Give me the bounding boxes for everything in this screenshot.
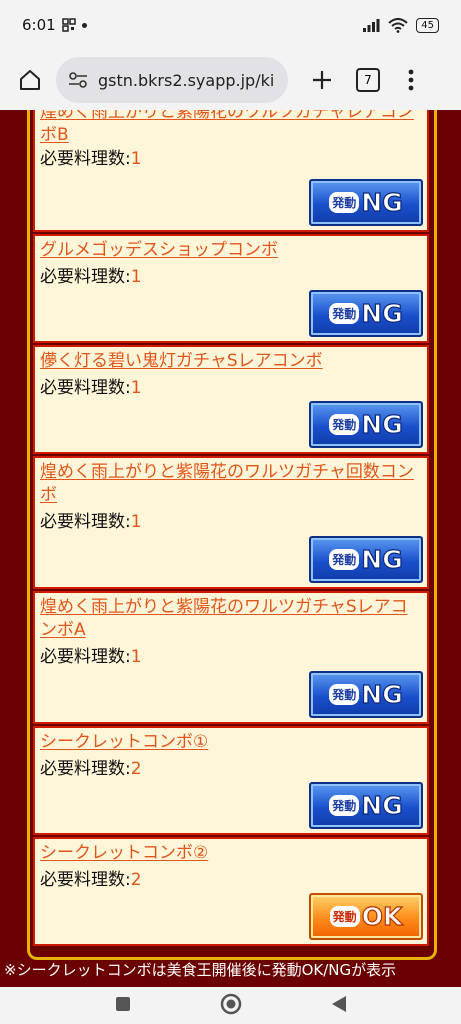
required-count: 必要料理数:1 <box>40 378 142 398</box>
required-count: 必要料理数:2 <box>40 759 142 779</box>
home-button[interactable] <box>10 60 50 100</box>
more-vert-icon <box>408 69 414 91</box>
activation-ng-badge: 発動 NG <box>309 179 423 226</box>
new-tab-button[interactable] <box>302 60 342 100</box>
qr-notification-icon <box>61 18 76 32</box>
combo-title-link[interactable]: 煌めく雨上がりと紫陽花のワルツガチャSレアコンボA <box>40 596 424 642</box>
activation-ng-badge: 発動 NG <box>309 782 423 829</box>
page-content: 煌めく雨上がりと紫陽花のワルツガチャレアコンボB 必要料理数:1 発動 NG グル… <box>0 110 461 987</box>
activation-ng-badge: 発動 NG <box>309 536 423 583</box>
combo-title-link[interactable]: グルメゴッデスショップコンボ <box>40 239 424 262</box>
address-bar[interactable]: gstn.bkrs2.syapp.jp/ki <box>56 57 288 103</box>
footnote: ※シークレットコンボは美食王開催後に発動OK/NGが表示 <box>4 961 397 979</box>
wifi-icon <box>388 17 408 33</box>
site-settings-icon[interactable] <box>68 72 88 88</box>
combo-title-link[interactable]: 儚く灯る碧い鬼灯ガチャSレアコンボ <box>40 350 424 373</box>
combo-title-link[interactable]: シークレットコンボ① <box>40 731 424 754</box>
combo-card: 煌めく雨上がりと紫陽花のワルツガチャSレアコンボA 必要料理数:1 発動 NG <box>33 591 429 724</box>
required-count: 必要料理数:1 <box>40 267 142 287</box>
activation-ng-badge: 発動 NG <box>309 671 423 718</box>
system-nav-bar <box>0 987 461 1024</box>
clock: 6:01 <box>22 16 56 34</box>
browser-toolbar: gstn.bkrs2.syapp.jp/ki 7 <box>0 50 461 110</box>
overflow-menu-button[interactable] <box>396 60 426 100</box>
combo-card: シークレットコンボ① 必要料理数:2 発動 NG <box>33 726 429 835</box>
dot-icon <box>81 22 87 28</box>
signal-icon <box>363 19 380 32</box>
home-nav-button[interactable] <box>220 993 242 1019</box>
url-text: gstn.bkrs2.syapp.jp/ki <box>98 70 275 90</box>
activation-ok-badge: 発動 OK <box>309 893 423 940</box>
combo-title-link[interactable]: 煌めく雨上がりと紫陽花のワルツガチャ回数コンボ <box>40 461 424 507</box>
activation-ng-badge: 発動 NG <box>309 401 423 448</box>
combo-card: 煌めく雨上がりと紫陽花のワルツガチャ回数コンボ 必要料理数:1 発動 NG <box>33 456 429 589</box>
required-count: 必要料理数:2 <box>40 870 142 890</box>
recents-button[interactable] <box>115 996 131 1016</box>
combo-card: 儚く灯る碧い鬼灯ガチャSレアコンボ 必要料理数:1 発動 NG <box>33 345 429 454</box>
combo-card: グルメゴッデスショップコンボ 必要料理数:1 発動 NG <box>33 234 429 343</box>
combo-card: 煌めく雨上がりと紫陽花のワルツガチャレアコンボB 必要料理数:1 発動 NG <box>33 110 429 232</box>
tab-switcher-button[interactable]: 7 <box>348 60 388 100</box>
back-button[interactable] <box>331 995 347 1017</box>
back-triangle-icon <box>331 995 346 1012</box>
battery-indicator: 45 <box>416 17 439 33</box>
square-icon <box>115 996 130 1011</box>
required-count: 必要料理数:1 <box>40 647 142 667</box>
combo-card: シークレットコンボ② 必要料理数:2 発動 OK <box>33 837 429 946</box>
combo-title-link[interactable]: シークレットコンボ② <box>40 842 424 865</box>
plus-icon <box>313 71 331 89</box>
circle-icon <box>220 993 241 1014</box>
home-icon <box>20 70 40 90</box>
combo-title-link[interactable]: 煌めく雨上がりと紫陽花のワルツガチャレアコンボB <box>40 110 424 147</box>
status-bar: 6:01 45 <box>0 0 461 50</box>
activation-ng-badge: 発動 NG <box>309 290 423 337</box>
required-count: 必要料理数:1 <box>40 512 142 532</box>
tab-count: 7 <box>356 68 380 92</box>
required-count: 必要料理数:1 <box>40 149 142 169</box>
